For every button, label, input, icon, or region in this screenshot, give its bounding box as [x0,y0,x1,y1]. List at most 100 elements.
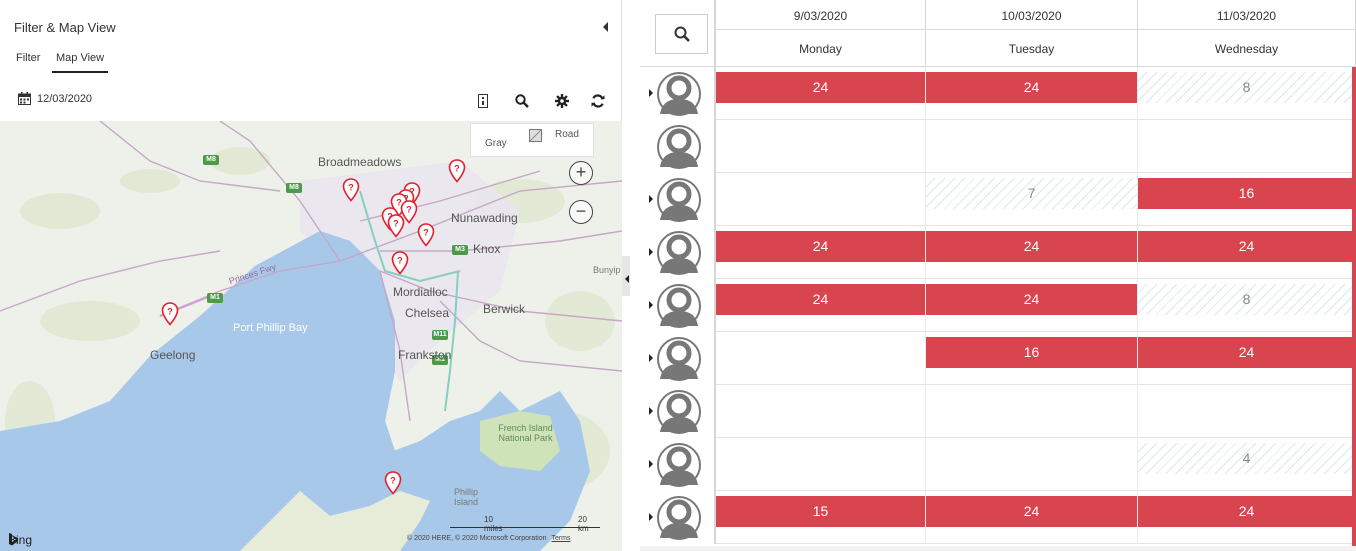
location-pin-icon[interactable]: ? [387,214,405,238]
zoom-out-button[interactable]: − [569,200,593,224]
legend-button[interactable] [472,90,494,112]
schedule-cell[interactable] [926,120,1138,173]
location-pin-icon[interactable]: ? [448,159,466,183]
date-picker[interactable]: 12/03/2020 [18,92,92,105]
booked-block[interactable]: 24 [926,231,1137,262]
map-label-mordialloc: Mordialloc [393,285,448,299]
expand-row-icon[interactable] [649,301,653,309]
avatar-icon[interactable] [657,284,701,328]
booked-block[interactable]: 24 [926,284,1137,315]
schedule-cell[interactable]: 24 [926,67,1138,120]
horizontal-scrollbar[interactable] [640,546,1356,551]
schedule-cell[interactable] [716,173,926,226]
booked-block[interactable]: 24 [1138,231,1355,262]
schedule-cell[interactable] [716,120,926,173]
schedule-cell[interactable]: 24 [1138,226,1356,279]
svg-text:?: ? [397,256,403,266]
schedule-cell[interactable] [926,438,1138,491]
expand-row-icon[interactable] [649,513,653,521]
schedule-cell[interactable]: 7 [926,173,1138,226]
booked-block[interactable]: 16 [1138,178,1355,209]
schedule-cell[interactable] [926,385,1138,438]
booked-block[interactable]: 24 [1138,337,1355,368]
refresh-button[interactable] [587,90,609,112]
avatar-icon[interactable] [657,337,701,381]
schedule-cell[interactable]: 8 [1138,279,1356,332]
location-pin-icon[interactable]: ? [161,302,179,326]
tab-map-view[interactable]: Map View [52,52,109,73]
booked-block[interactable]: 24 [716,72,925,103]
resource-search-button[interactable] [655,14,708,54]
booked-block[interactable]: 24 [1138,496,1355,527]
partial-block[interactable]: 4 [1138,443,1355,474]
partial-block[interactable]: 8 [1138,72,1355,103]
expand-row-icon[interactable] [649,248,653,256]
collapse-panel-icon[interactable] [603,22,608,32]
expand-row-icon[interactable] [649,460,653,468]
expand-row-icon[interactable] [649,195,653,203]
location-pin-icon[interactable]: ? [417,223,435,247]
schedule-cell[interactable]: 4 [1138,438,1356,491]
schedule-cell[interactable]: 15 [716,491,926,544]
map-label-frankston: Frankston [398,348,452,362]
schedule-cell[interactable]: 24 [716,279,926,332]
resource-row: 24 24 8 [640,67,1356,120]
schedule-cell[interactable]: 24 [1138,332,1356,385]
schedule-cell[interactable]: 24 [926,491,1138,544]
schedule-cell[interactable]: 24 [716,226,926,279]
partial-block[interactable]: 7 [926,178,1137,209]
location-pin-icon[interactable]: ? [391,251,409,275]
schedule-cell[interactable] [716,332,926,385]
booked-block[interactable]: 24 [926,496,1137,527]
splitter-arrow-icon[interactable] [625,275,629,283]
location-pin-icon[interactable]: ? [342,178,360,202]
avatar-icon[interactable] [657,72,701,116]
schedule-cell[interactable] [1138,385,1356,438]
avatar-icon[interactable] [657,443,701,487]
terms-link[interactable]: Terms [551,535,570,542]
avatar-icon[interactable] [657,178,701,222]
resource-header [640,491,716,544]
schedule-cell[interactable]: 8 [1138,67,1356,120]
booked-block[interactable]: 15 [716,496,925,527]
expand-row-icon[interactable] [649,354,653,362]
booked-block[interactable]: 24 [716,231,925,262]
tab-filter[interactable]: Filter [16,52,40,70]
calendar-icon [18,92,31,105]
map-type-gray[interactable]: Gray [485,138,507,149]
avatar-icon[interactable] [657,231,701,275]
booked-block[interactable]: 24 [926,72,1137,103]
schedule-cell[interactable]: 24 [716,67,926,120]
resource-row: 7 16 [640,173,1356,226]
schedule-cell[interactable] [716,438,926,491]
panel-title: Filter & Map View [14,20,116,35]
booked-block[interactable]: 16 [926,337,1137,368]
svg-text:?: ? [390,476,396,486]
partial-block[interactable]: 8 [1138,284,1355,315]
avatar-icon[interactable] [657,496,701,540]
schedule-cell[interactable]: 16 [926,332,1138,385]
filter-map-panel: Filter & Map View Filter Map View 12/03/… [0,0,622,551]
svg-text:?: ? [348,183,354,193]
schedule-cell[interactable]: 24 [926,279,1138,332]
map-type-road[interactable]: Road [555,129,579,140]
schedule-cell[interactable]: 24 [1138,491,1356,544]
resource-header [640,67,716,120]
schedule-cell[interactable] [1138,120,1356,173]
expand-row-icon[interactable] [649,89,653,97]
booked-block[interactable]: 24 [716,284,925,315]
schedule-cell[interactable] [716,385,926,438]
avatar-icon[interactable] [657,390,701,434]
svg-text:?: ? [423,228,429,238]
map-canvas[interactable]: M8 M8 M3 M1 M11 M1 Broadmeadows Nunawadi… [0,121,622,551]
expand-row-icon[interactable] [649,407,653,415]
location-pin-icon[interactable]: ? [384,471,402,495]
map-settings-button[interactable] [551,90,573,112]
column-day: Wednesday [1214,42,1279,56]
schedule-cell[interactable]: 24 [926,226,1138,279]
avatar-icon[interactable] [657,125,701,169]
zoom-in-button[interactable]: + [569,161,593,185]
schedule-cell[interactable]: 16 [1138,173,1356,226]
map-search-button[interactable] [511,90,533,112]
road-map-icon[interactable] [529,129,542,142]
